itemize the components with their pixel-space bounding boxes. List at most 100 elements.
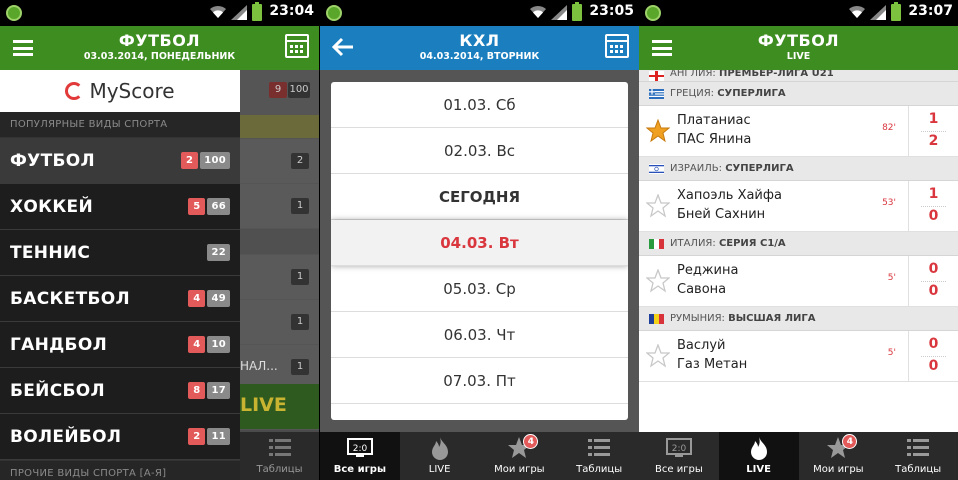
total-count-badge: 17 xyxy=(207,382,230,399)
nav-label: Все игры xyxy=(655,464,703,475)
league-header[interactable]: ИТАЛИЯ: СЕРИЯ С1/А xyxy=(639,232,958,256)
myscore-logo: MyScore xyxy=(0,70,240,112)
nav-label: Мои игры xyxy=(494,464,545,475)
total-count-badge: 100 xyxy=(200,152,230,169)
battery-icon xyxy=(252,2,262,21)
nav-live[interactable]: LIVE xyxy=(718,432,799,480)
svg-text:2:0: 2:0 xyxy=(672,444,687,454)
away-team: Бней Сахнин xyxy=(677,207,766,222)
nav-label: Таблицы xyxy=(256,464,303,475)
league-name: СУПЕРЛИГА xyxy=(725,163,794,174)
menu-icon[interactable] xyxy=(652,40,672,56)
league-header[interactable]: ГРЕЦИЯ: СУПЕРЛИГА xyxy=(639,82,958,106)
wifi-icon xyxy=(210,5,226,18)
calendar-icon[interactable] xyxy=(285,34,309,58)
match-minute: 53' xyxy=(882,198,896,208)
nav-tables[interactable]: Таблицы xyxy=(878,432,958,480)
match-row[interactable]: Реджина Савона 5' 0 0 xyxy=(639,256,958,307)
sport-item-hockey[interactable]: ХОККЕЙ 5 66 xyxy=(0,184,240,230)
live-count-badge: 2 xyxy=(180,152,199,169)
page-subtitle: 03.03.2014, ПОНЕДЕЛЬНИК xyxy=(83,51,236,62)
sport-item-handball[interactable]: ГАНДБОЛ 4 10 xyxy=(0,322,240,368)
sport-name: ХОККЕЙ xyxy=(10,197,93,217)
battery-icon xyxy=(891,2,901,21)
away-score: 2 xyxy=(928,133,939,149)
count-badge: 1 xyxy=(291,314,309,330)
home-team: Реджина xyxy=(677,263,739,278)
away-team: ПАС Янина xyxy=(677,132,752,147)
sport-item-football[interactable]: ФУТБОЛ 2 100 xyxy=(0,138,240,184)
league-country: РУМЫНИЯ: xyxy=(670,313,725,324)
match-row[interactable]: Платаниас ПАС Янина 82' 1 2 xyxy=(639,106,958,157)
nav-all-games[interactable]: 2:0 Все игры xyxy=(639,432,719,480)
league-name: СУПЕРЛИГА xyxy=(717,88,786,99)
sport-name: ГАНДБОЛ xyxy=(10,335,107,355)
status-time: 23:07 xyxy=(908,3,953,19)
nav-my-games[interactable]: 4 Мои игры xyxy=(799,432,879,480)
signal-icon xyxy=(551,5,567,20)
app-header: ФУТБОЛ 03.03.2014, ПОНЕДЕЛЬНИК xyxy=(0,26,319,70)
date-option[interactable]: 07.03. Пт xyxy=(331,358,628,404)
live-count-badge: 8 xyxy=(188,382,206,399)
sport-item-tennis[interactable]: ТЕННИС 22 xyxy=(0,230,240,276)
league-header[interactable]: ИЗРАИЛЬ: СУПЕРЛИГА xyxy=(639,157,958,181)
bottom-nav: 2:0 Все игры LIVE 4 Мои игры Таблицы xyxy=(320,432,639,480)
scoreboard-icon: 2:0 xyxy=(639,436,719,460)
wifi-icon xyxy=(530,5,546,18)
sport-item-basketball[interactable]: БАСКЕТБОЛ 4 49 xyxy=(0,276,240,322)
sport-item-volleyball[interactable]: ВОЛЕЙБОЛ 2 11 xyxy=(0,414,240,460)
signal-icon xyxy=(870,5,886,20)
match-row[interactable]: Васлуй Газ Метан 5' 0 0 xyxy=(639,331,958,382)
sports-drawer: MyScore ПОПУЛЯРНЫЕ ВИДЫ СПОРТА ФУТБОЛ 21… xyxy=(0,70,240,480)
sport-name: ТЕННИС xyxy=(10,243,91,263)
status-bar: 23:05 xyxy=(320,0,639,26)
page-title: ФУТБОЛ xyxy=(757,31,840,50)
favorite-star-icon[interactable] xyxy=(646,119,670,143)
favorite-star-outline-icon[interactable] xyxy=(646,194,670,218)
fire-icon xyxy=(400,436,480,460)
total-count-badge: 49 xyxy=(207,290,230,307)
star-icon xyxy=(480,436,560,460)
partial-team-text: НАЛ... xyxy=(240,359,278,373)
away-score: 0 xyxy=(928,208,939,224)
live-count-badge: 4 xyxy=(188,336,206,353)
app-notification-icon xyxy=(326,5,342,21)
nav-label: LIVE xyxy=(428,464,451,475)
date-option-today[interactable]: СЕГОДНЯ xyxy=(331,174,628,220)
home-score: 0 xyxy=(928,336,939,352)
status-time: 23:05 xyxy=(589,3,634,19)
nav-live[interactable]: LIVE xyxy=(400,432,480,480)
league-name: СЕРИЯ С1/А xyxy=(718,238,786,249)
date-option[interactable]: 02.03. Вс xyxy=(331,128,628,174)
nav-all-games[interactable]: 2:0 Все игры xyxy=(320,432,400,480)
sport-item-baseball[interactable]: БЕЙСБОЛ 8 17 xyxy=(0,368,240,414)
back-arrow-icon[interactable] xyxy=(332,37,354,57)
away-score: 0 xyxy=(928,283,939,299)
home-team: Платаниас xyxy=(677,113,751,128)
italy-flag-icon xyxy=(649,239,664,249)
total-count-badge: 22 xyxy=(207,244,230,261)
date-option[interactable]: 06.03. Чт xyxy=(331,312,628,358)
svg-text:2:0: 2:0 xyxy=(353,444,368,454)
popular-sports-title: ПОПУЛЯРНЫЕ ВИДЫ СПОРТА xyxy=(0,112,240,138)
league-header[interactable]: АНГЛИЯ: ПРЕМЬЕР-ЛИГА U21 xyxy=(639,70,958,82)
nav-my-games[interactable]: 4 Мои игры xyxy=(480,432,560,480)
nav-tables[interactable]: Таблицы xyxy=(559,432,639,480)
date-option-selected[interactable]: 04.03. Вт xyxy=(331,220,628,266)
date-option[interactable]: 05.03. Ср xyxy=(331,266,628,312)
away-team: Газ Метан xyxy=(677,357,748,372)
star-icon xyxy=(799,436,879,460)
nav-tables[interactable]: Таблицы xyxy=(240,432,319,480)
calendar-icon[interactable] xyxy=(605,34,629,58)
score-box: 1 2 xyxy=(908,106,958,156)
favorite-star-outline-icon[interactable] xyxy=(646,344,670,368)
date-picker-list: 01.03. Сб 02.03. Вс СЕГОДНЯ 04.03. Вт 05… xyxy=(331,82,628,420)
menu-icon[interactable] xyxy=(13,40,33,56)
league-header[interactable]: РУМЫНИЯ: ВЫСШАЯ ЛИГА xyxy=(639,307,958,331)
date-option[interactable]: 01.03. Сб xyxy=(331,82,628,128)
app-header: КХЛ 04.03.2014, ВТОРНИК xyxy=(320,26,639,70)
favorite-star-outline-icon[interactable] xyxy=(646,269,670,293)
match-row[interactable]: Хапоэль Хайфа Бней Сахнин 53' 1 0 xyxy=(639,181,958,232)
league-name: ВЫСШАЯ ЛИГА xyxy=(728,313,816,324)
nav-label: Таблицы xyxy=(895,464,942,475)
